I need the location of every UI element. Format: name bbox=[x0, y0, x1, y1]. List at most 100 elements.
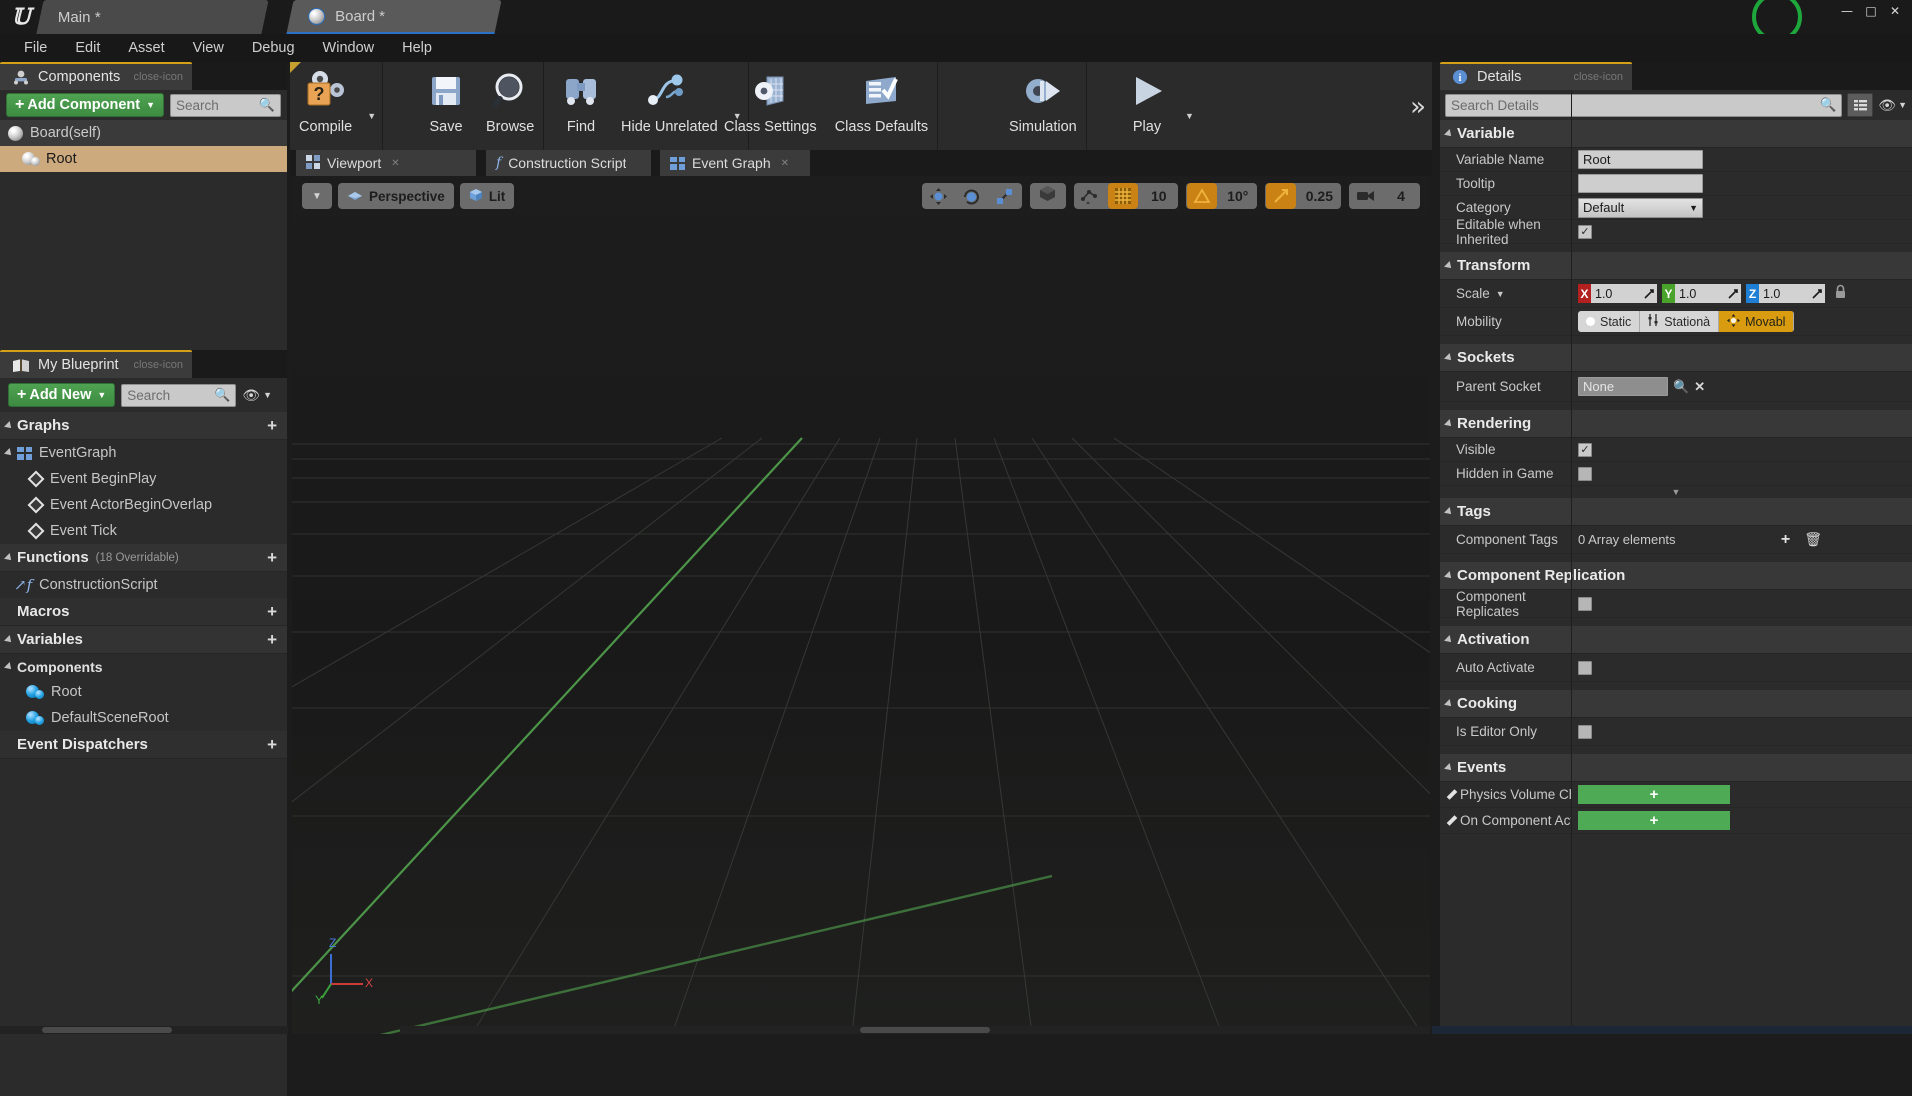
close-icon[interactable]: ✕ bbox=[391, 158, 399, 169]
menu-file[interactable]: File bbox=[10, 36, 61, 60]
details-search-input[interactable]: Search Details 🔍 bbox=[1445, 94, 1842, 117]
maximize-button[interactable]: □ bbox=[1860, 2, 1882, 20]
play-dropdown-caret[interactable]: ▼ bbox=[1179, 111, 1200, 121]
components-search-input[interactable]: Search 🔍 bbox=[170, 94, 281, 117]
category-combo[interactable]: Default ▼ bbox=[1578, 198, 1703, 218]
auto-activate-checkbox[interactable] bbox=[1578, 661, 1592, 675]
close-icon[interactable]: close-icon bbox=[1573, 71, 1623, 83]
section-functions[interactable]: Functions (18 Overridable) + bbox=[0, 544, 287, 572]
close-icon[interactable]: close-icon bbox=[133, 359, 183, 371]
category-sockets[interactable]: Sockets bbox=[1440, 344, 1912, 372]
scale-y-field[interactable]: Y 1.0 bbox=[1662, 284, 1741, 303]
add-macro-button[interactable]: + bbox=[267, 602, 277, 622]
add-new-button[interactable]: + Add New ▼ bbox=[8, 383, 115, 407]
category-activation[interactable]: Activation bbox=[1440, 626, 1912, 654]
translate-icon[interactable] bbox=[924, 183, 954, 209]
grid-snap-value[interactable]: 10 bbox=[1141, 183, 1177, 209]
viewport-options-menu-button[interactable]: ▼ bbox=[302, 183, 332, 209]
variable-name-input[interactable]: Root bbox=[1578, 150, 1703, 169]
tab-components[interactable]: Components close-icon bbox=[0, 62, 192, 90]
close-icon[interactable]: ✕ bbox=[781, 158, 789, 169]
category-rendering[interactable]: Rendering bbox=[1440, 410, 1912, 438]
menu-view[interactable]: View bbox=[179, 36, 238, 60]
scale-z-spinner[interactable] bbox=[1809, 284, 1825, 303]
section-event-dispatchers[interactable]: Event Dispatchers + bbox=[0, 731, 287, 759]
menu-help[interactable]: Help bbox=[388, 36, 446, 60]
tab-details[interactable]: i Details close-icon bbox=[1440, 62, 1632, 90]
category-events[interactable]: Events bbox=[1440, 754, 1912, 782]
add-graph-button[interactable]: + bbox=[267, 416, 277, 436]
class-defaults-button[interactable]: Class Defaults bbox=[826, 62, 937, 150]
class-settings-button[interactable]: Class Settings bbox=[715, 62, 826, 150]
category-component-replication[interactable]: Component Replication bbox=[1440, 562, 1912, 590]
close-button[interactable]: ✕ bbox=[1884, 2, 1906, 20]
rotation-snap-toggle[interactable] bbox=[1187, 183, 1217, 209]
find-button[interactable]: Find bbox=[550, 62, 612, 150]
tab-construction-script[interactable]: 𝑓 Construction Script bbox=[486, 150, 651, 176]
viewport-3d[interactable]: ▼ Perspective Lit bbox=[292, 176, 1430, 1034]
hidden-in-game-checkbox[interactable] bbox=[1578, 467, 1592, 481]
hide-unrelated-button[interactable]: Hide Unrelated bbox=[612, 62, 727, 150]
details-visibility-button[interactable]: 👁 ▼ bbox=[1878, 97, 1907, 114]
function-item-constructionscript[interactable]: ↗𝑓 ConstructionScript bbox=[0, 572, 287, 598]
mobility-stationary-button[interactable]: Stationà bbox=[1640, 311, 1719, 332]
scale-x-field[interactable]: X 1.0 bbox=[1578, 284, 1657, 303]
add-function-button[interactable]: + bbox=[267, 548, 277, 568]
minimize-button[interactable]: — bbox=[1836, 2, 1858, 20]
menu-asset[interactable]: Asset bbox=[114, 36, 178, 60]
graph-item-event-tick[interactable]: Event Tick bbox=[0, 518, 287, 544]
tooltip-input[interactable] bbox=[1578, 174, 1703, 193]
component-replicates-checkbox[interactable] bbox=[1578, 597, 1592, 611]
add-event-dispatcher-button[interactable]: + bbox=[267, 735, 277, 755]
scale-x-spinner[interactable] bbox=[1641, 284, 1657, 303]
editable-when-inherited-checkbox[interactable]: ✓ bbox=[1578, 225, 1592, 239]
section-graphs[interactable]: Graphs + bbox=[0, 412, 287, 440]
menu-debug[interactable]: Debug bbox=[238, 36, 309, 60]
camera-speed-icon[interactable] bbox=[1350, 183, 1380, 209]
category-variable[interactable]: Variable bbox=[1440, 120, 1912, 148]
graph-item-eventgraph[interactable]: EventGraph bbox=[0, 440, 287, 466]
category-tags[interactable]: Tags bbox=[1440, 498, 1912, 526]
is-editor-only-checkbox[interactable] bbox=[1578, 725, 1592, 739]
subsection-components[interactable]: Components bbox=[0, 654, 287, 679]
graph-item-event-beginplay[interactable]: Event BeginPlay bbox=[0, 466, 287, 492]
scale-icon[interactable] bbox=[990, 183, 1020, 209]
left-panel-horizontal-scrollbar[interactable] bbox=[0, 1026, 288, 1034]
scale-z-field[interactable]: Z 1.0 bbox=[1746, 284, 1825, 303]
close-icon[interactable]: close-icon bbox=[133, 71, 183, 83]
lock-icon[interactable] bbox=[1834, 284, 1847, 304]
variable-item-defaultsceneroot[interactable]: DefaultSceneRoot bbox=[0, 705, 287, 731]
scale-y-spinner[interactable] bbox=[1725, 284, 1741, 303]
scale-snap-toggle[interactable] bbox=[1266, 183, 1296, 209]
parent-socket-field[interactable]: None bbox=[1578, 377, 1668, 396]
category-transform[interactable]: Transform bbox=[1440, 252, 1912, 280]
shading-mode-button[interactable]: Lit bbox=[460, 183, 515, 209]
section-variables[interactable]: Variables + bbox=[0, 626, 287, 654]
simulation-button[interactable]: Simulation bbox=[1000, 62, 1086, 150]
mobility-movable-button[interactable]: Movabl bbox=[1719, 311, 1794, 332]
tab-event-graph[interactable]: Event Graph ✕ bbox=[660, 150, 810, 176]
compile-dropdown-caret[interactable]: ▼ bbox=[361, 111, 382, 121]
rotation-snap-value[interactable]: 10° bbox=[1220, 183, 1256, 209]
component-tree-row-board[interactable]: Board(self) bbox=[0, 120, 287, 146]
plus-icon[interactable]: + bbox=[1781, 531, 1790, 549]
surface-snap-icon[interactable] bbox=[1075, 183, 1105, 209]
search-icon[interactable]: 🔍 bbox=[1673, 379, 1689, 395]
mobility-static-button[interactable]: Static bbox=[1578, 311, 1640, 332]
play-button[interactable]: Play bbox=[1115, 62, 1179, 150]
variable-item-root[interactable]: Root bbox=[0, 679, 287, 705]
double-chevron-right-icon[interactable]: » bbox=[1410, 92, 1426, 122]
grid-view-button[interactable] bbox=[1847, 93, 1873, 117]
tab-viewport[interactable]: Viewport ✕ bbox=[296, 150, 476, 176]
section-macros[interactable]: Macros + bbox=[0, 598, 287, 626]
compile-button[interactable]: ? Compile bbox=[290, 62, 361, 150]
rendering-expander-arrow[interactable]: ▼ bbox=[1440, 486, 1912, 498]
browse-button[interactable]: Browse bbox=[477, 62, 543, 150]
tab-my-blueprint[interactable]: My Blueprint close-icon bbox=[0, 350, 192, 378]
coordinate-system-button[interactable] bbox=[1030, 183, 1066, 209]
component-tree-row-root[interactable]: Root bbox=[0, 146, 287, 172]
my-blueprint-search-input[interactable]: Search 🔍 bbox=[121, 384, 236, 407]
save-button[interactable]: Save bbox=[415, 62, 477, 150]
add-on-component-activated-event-button[interactable]: + bbox=[1578, 811, 1730, 830]
add-physics-volume-changed-event-button[interactable]: + bbox=[1578, 785, 1730, 804]
